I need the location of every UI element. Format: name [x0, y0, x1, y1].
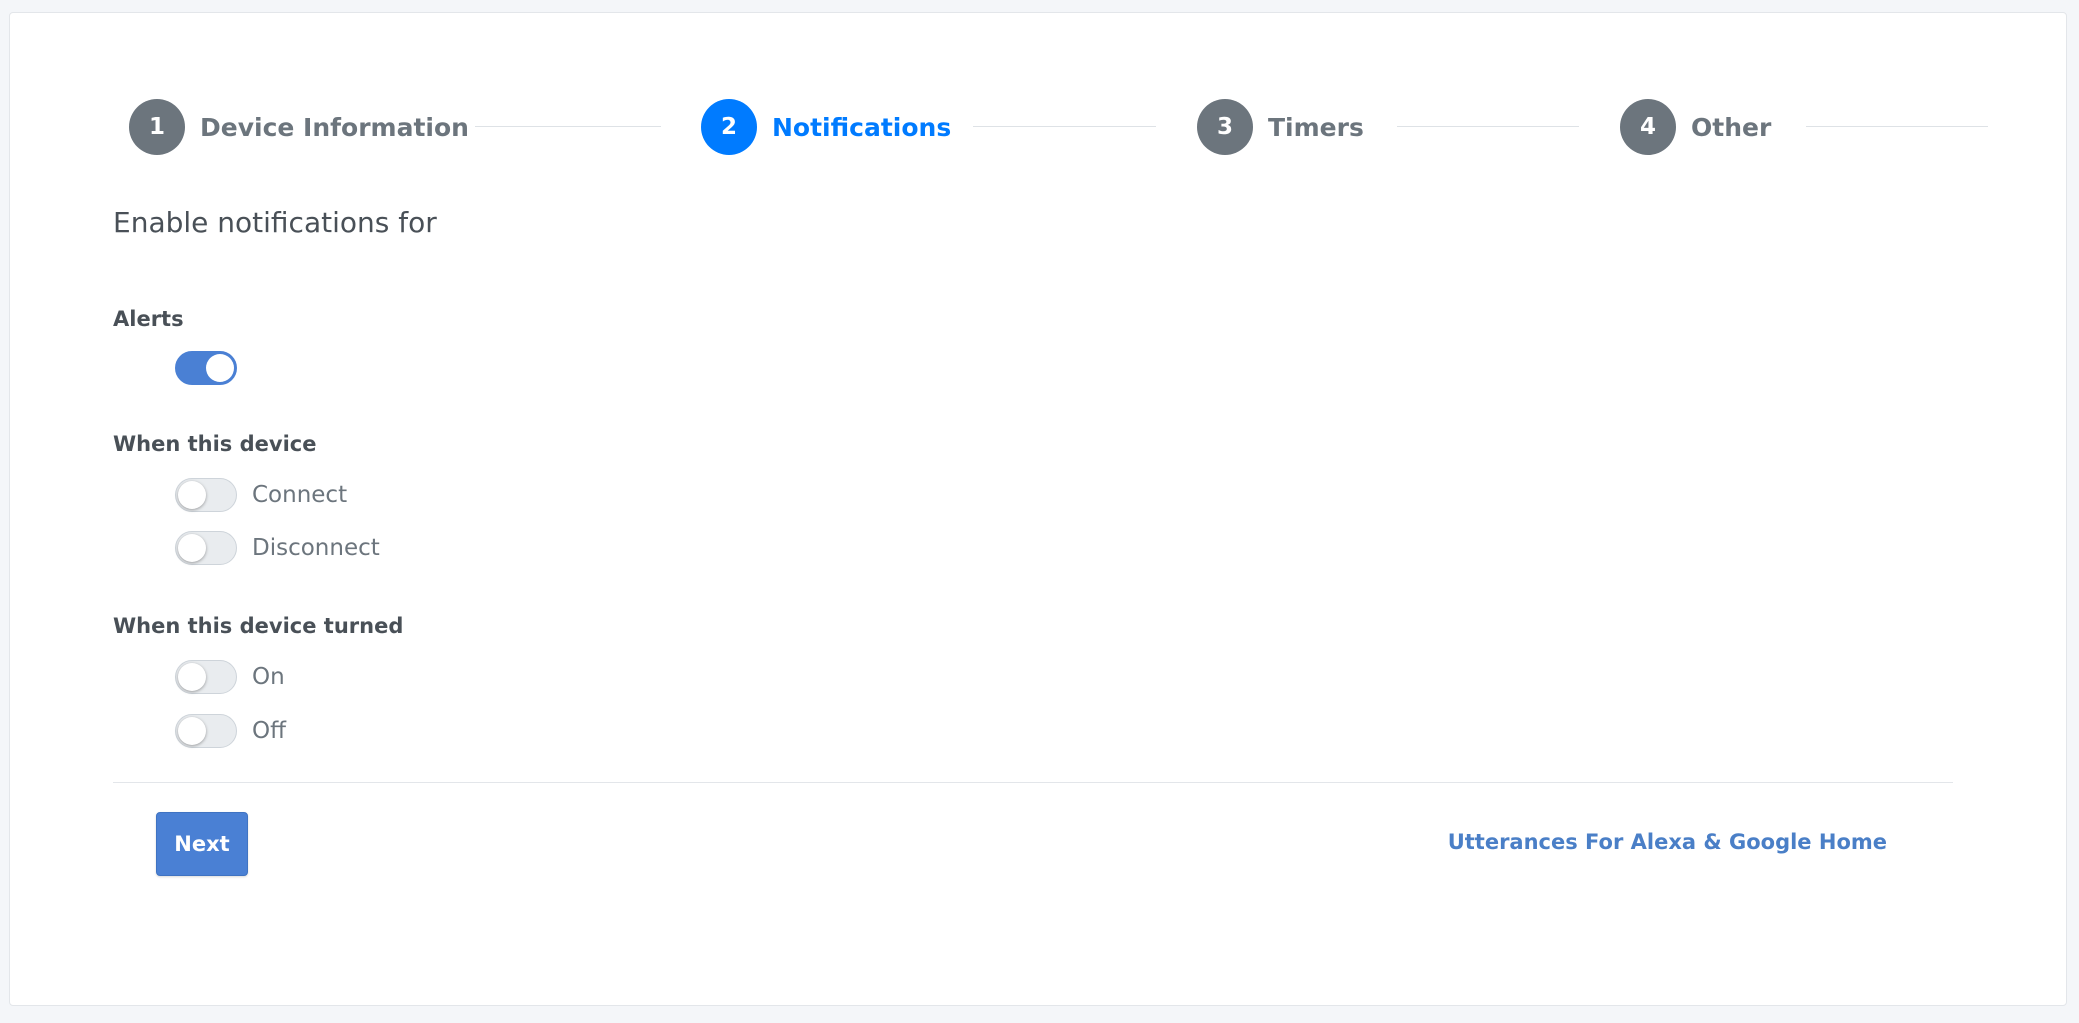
step-label: Other [1691, 112, 1772, 142]
next-button[interactable]: Next [156, 812, 248, 876]
connect-toggle-row: Connect [175, 477, 347, 513]
alerts-label: Alerts [113, 307, 184, 331]
step-other[interactable]: 4 Other [1620, 99, 1771, 155]
step-label: Notifications [772, 112, 952, 142]
alerts-toggle-row [175, 350, 237, 386]
device-power-label: When this device turned [113, 614, 404, 638]
connect-toggle-label: Connect [252, 482, 348, 508]
disconnect-toggle[interactable] [175, 531, 237, 565]
device-connection-label: When this device [113, 432, 317, 456]
step-device-information[interactable]: 1 Device Information [129, 99, 469, 155]
on-toggle[interactable] [175, 660, 237, 694]
toggle-knob [178, 534, 206, 562]
utterances-link[interactable]: Utterances For Alexa & Google Home [1448, 830, 1887, 854]
toggle-knob [178, 663, 206, 691]
step-connector [973, 126, 1156, 127]
disconnect-toggle-label: Disconnect [252, 535, 380, 561]
step-number-badge: 3 [1197, 99, 1253, 155]
on-toggle-label: On [252, 664, 285, 690]
toggle-knob [178, 717, 206, 745]
step-connector [1806, 126, 1988, 127]
toggle-knob [206, 354, 234, 382]
step-number-badge: 4 [1620, 99, 1676, 155]
section-title: Enable notifications for [113, 206, 437, 239]
step-timers[interactable]: 3 Timers [1197, 99, 1364, 155]
alerts-toggle[interactable] [175, 351, 237, 385]
step-label: Device Information [200, 112, 469, 142]
step-number-badge: 2 [701, 99, 757, 155]
step-label: Timers [1268, 112, 1364, 142]
toggle-knob [178, 481, 206, 509]
step-number-badge: 1 [129, 99, 185, 155]
step-connector [1397, 126, 1579, 127]
step-notifications[interactable]: 2 Notifications [701, 99, 951, 155]
on-toggle-row: On [175, 659, 285, 695]
off-toggle-row: Off [175, 713, 286, 749]
disconnect-toggle-row: Disconnect [175, 530, 380, 566]
off-toggle[interactable] [175, 714, 237, 748]
step-connector [475, 126, 661, 127]
form-divider [113, 782, 1953, 783]
off-toggle-label: Off [252, 718, 286, 744]
connect-toggle[interactable] [175, 478, 237, 512]
